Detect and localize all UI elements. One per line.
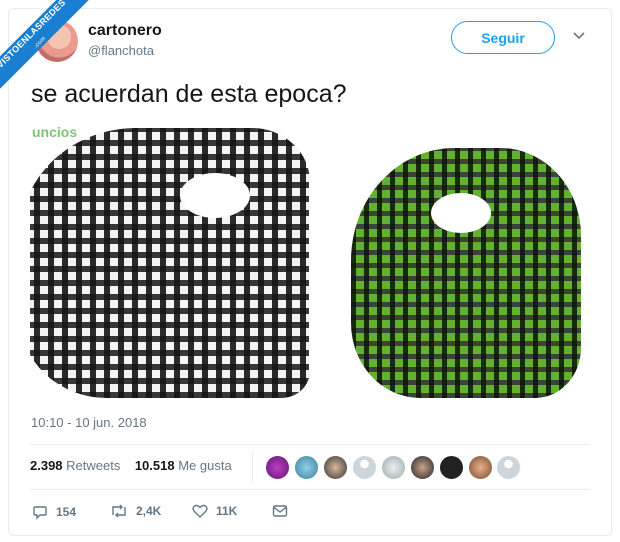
vertical-divider	[252, 451, 253, 483]
tweet-media[interactable]: uncios	[30, 118, 590, 400]
chevron-down-icon[interactable]	[572, 31, 586, 41]
liker-avatar[interactable]	[468, 455, 493, 480]
liker-avatar[interactable]	[265, 455, 290, 480]
watermark-text: VISTOENLASREDES	[0, 0, 68, 70]
scarf-green-image[interactable]	[311, 118, 590, 400]
divider	[30, 444, 590, 445]
retweet-action[interactable]: 2,4K	[110, 504, 161, 518]
reply-count: 154	[56, 505, 77, 519]
likes-stat[interactable]: 10.518 Me gusta	[135, 458, 232, 473]
site-watermark: VISTOENLASREDES .com	[0, 0, 96, 96]
liker-avatar[interactable]	[381, 455, 406, 480]
liker-avatar[interactable]	[410, 455, 435, 480]
follow-button[interactable]: Seguir	[451, 21, 555, 54]
divider	[30, 489, 590, 490]
retweet-icon	[112, 504, 126, 518]
retweets-label: Retweets	[66, 458, 121, 473]
image-watermark: uncios	[32, 124, 78, 140]
heart-icon	[192, 504, 208, 518]
scarf-bw-image[interactable]: uncios	[30, 118, 309, 400]
liker-avatar[interactable]	[323, 455, 348, 480]
user-handle[interactable]: @flanchota	[88, 43, 154, 58]
reply-action[interactable]: 154	[32, 504, 76, 520]
liker-avatar[interactable]	[294, 455, 319, 480]
liker-avatar[interactable]	[496, 455, 521, 480]
likes-count: 10.518	[134, 458, 175, 473]
retweets-count: 2.398	[30, 458, 63, 473]
watermark-subtext: .com	[33, 35, 48, 50]
envelope-icon	[272, 505, 288, 517]
reply-icon	[33, 506, 47, 520]
retweets-stat[interactable]: 2.398 Retweets	[30, 458, 120, 473]
retweet-count: 2,4K	[136, 504, 162, 518]
like-count: 11K	[216, 504, 238, 518]
like-action[interactable]: 11K	[192, 504, 237, 518]
liker-avatar[interactable]	[439, 455, 464, 480]
likes-label: Me gusta	[178, 458, 232, 473]
liker-avatar[interactable]	[352, 455, 377, 480]
timestamp[interactable]: 10:10 - 10 jun. 2018	[31, 415, 147, 430]
engagement-stats: 2.398 Retweets 10.518 Me gusta	[30, 458, 232, 473]
message-action[interactable]	[272, 504, 288, 518]
user-name[interactable]: cartonero	[88, 22, 162, 40]
